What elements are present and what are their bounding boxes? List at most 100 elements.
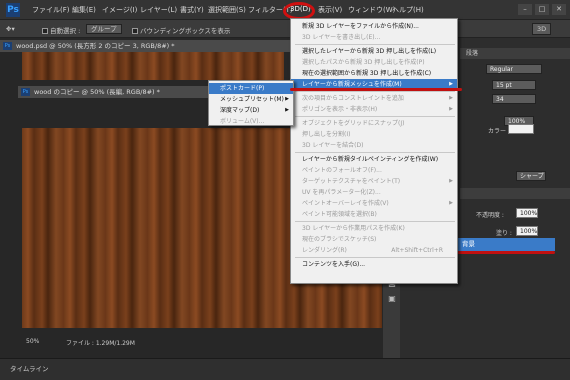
options-bar: ✥▾ 自動選択 : グループ バウンディングボックスを表示 3D (0, 20, 570, 38)
menu-item-paint-target-texture[interactable]: ターゲットテクスチャをペイント(T) ▶ (291, 176, 457, 187)
menu-item-create-paint-overlay[interactable]: ペイントオーバーレイを作成(V) ▶ (291, 198, 457, 209)
menu-item-label: 新規 3D レイヤーをファイルから作成(N)... (302, 23, 419, 30)
screen-mode-icon[interactable]: ▣ (386, 294, 398, 304)
menu-item-new-extrusion-from-selection[interactable]: 現在の選択範囲から新規 3D 押し出しを作成(C) (291, 68, 457, 79)
paragraph-panel-tab[interactable]: 段落 (460, 48, 570, 59)
ps-doc-icon: Ps (21, 88, 30, 96)
submenu-arrow-icon: ▶ (449, 178, 453, 184)
menu-item-shortcut: Alt+Shift+Ctrl+R (391, 247, 443, 254)
menu-item-snap-object-to-grid[interactable]: オブジェクトをグリッドにスナップ(J) (291, 118, 457, 129)
text-color-swatch[interactable] (508, 124, 534, 134)
auto-select-checkbox[interactable]: 自動選択 : (42, 25, 80, 35)
menu-item-merge-3d-layers[interactable]: 3D レイヤーを結合(D) (291, 140, 457, 151)
menu-item-label: 3D レイヤーを書き出し(E)... (302, 34, 381, 41)
menu-item-label: ペイントオーバーレイを作成(V) (302, 200, 389, 207)
submenu-arrow-icon: ▶ (449, 200, 453, 206)
menu-item-new-extrusion-from-layer[interactable]: 選択したレイヤーから新規 3D 押し出しを作成(L) (291, 46, 457, 57)
new-mesh-submenu: ポストカード(P) メッシュプリセット(M) ▶ 深度マップ(D) ▶ ボリューム(V).… (208, 80, 294, 126)
menu-select[interactable]: 選択範囲(S) (208, 5, 246, 15)
maximize-icon[interactable]: □ (535, 4, 549, 15)
menu-separator (295, 152, 455, 153)
auto-select-label: 自動選択 : (50, 27, 81, 35)
zoom-level[interactable]: 50% (26, 338, 39, 345)
submenu-arrow-icon: ▶ (449, 106, 453, 112)
menu-item-export-3d-layer[interactable]: 3D レイヤーを書き出し(E)... (291, 32, 457, 43)
window-controls: – □ ✕ (518, 4, 566, 15)
menu-item-add-constraint[interactable]: 次の項目からコンストレイントを追加 ▶ (291, 93, 457, 104)
menu-help[interactable]: ヘルプ(H) (392, 5, 424, 15)
menu-item-work-path-from-3d[interactable]: 3D レイヤーから作業用パスを作成(K) (291, 223, 457, 234)
menu-item-label: 3D レイヤーから作業用パスを作成(K) (302, 225, 405, 232)
submenu-item-label: 深度マップ(D) (220, 107, 260, 114)
menu-view[interactable]: 表示(V) (318, 5, 342, 15)
bounding-box-checkbox[interactable]: バウンディングボックスを表示 (132, 25, 230, 35)
submenu-item-label: ボリューム(V)... (220, 118, 265, 125)
opacity-label: 不透明度 : (476, 212, 504, 219)
menu-separator (295, 257, 455, 258)
workspace-select[interactable]: 3D (532, 23, 552, 35)
photoshop-logo: Ps (6, 3, 20, 17)
minimize-icon[interactable]: – (518, 4, 532, 15)
menu-image[interactable]: イメージ(I) (102, 5, 137, 15)
menu-item-split-extrusion[interactable]: 押し出しを分割(I) (291, 129, 457, 140)
document-tab-1-title: wood.psd @ 50% (長方形 2 のコピー 3, RGB/8#) * (16, 42, 175, 50)
opacity-field[interactable]: 100% (516, 208, 538, 218)
menu-item-paint-falloff[interactable]: ペイントのフォールオフ(F)... (291, 165, 457, 176)
menu-item-reparameterize-uv[interactable]: UV を再パラメーター化(Z)... (291, 187, 457, 198)
close-icon[interactable]: ✕ (552, 4, 566, 15)
menu-item-get-content[interactable]: コンテンツを入手(G)... (291, 259, 457, 270)
menu-item-new-extrusion-from-path[interactable]: 選択したパスから新規 3D 押し出しを作成(P) (291, 57, 457, 68)
menu-item-sketch-with-brush[interactable]: 現在のブラシでスケッチ(S) (291, 234, 457, 245)
menu-edit[interactable]: 編集(E) (72, 5, 96, 15)
submenu-arrow-icon: ▶ (449, 95, 453, 101)
submenu-item-postcard[interactable]: ポストカード(P) (209, 83, 293, 94)
menu-item-label: レイヤーから新規タイルペインティングを作成(W) (302, 156, 439, 163)
menu-item-label: 次の項目からコンストレイントを追加 (302, 95, 404, 102)
menu-item-label: ポリゴンを表示・非表示(H) (302, 106, 378, 113)
submenu-item-mesh-preset[interactable]: メッシュプリセット(M) ▶ (209, 94, 293, 105)
antialias-select[interactable]: シャープ (516, 171, 546, 181)
menu-window[interactable]: ウィンドウ(W) (348, 5, 395, 15)
submenu-arrow-icon: ▶ (285, 96, 289, 102)
document-tab-2-title: wood のコピー @ 50% (長編, RGB/8#) * (34, 88, 160, 96)
menu-item-new-3d-layer-from-file[interactable]: 新規 3D レイヤーをファイルから作成(N)... (291, 21, 457, 32)
submenu-item-depth-map[interactable]: 深度マップ(D) ▶ (209, 105, 293, 116)
font-style-select[interactable]: Regular (486, 64, 542, 74)
font-size-field[interactable]: 15 pt (492, 80, 536, 90)
menu-file[interactable]: ファイル(F) (32, 5, 70, 15)
group-select[interactable]: グループ (86, 24, 122, 34)
annotation-underline-menu (290, 88, 462, 91)
leading-field[interactable]: 34 (492, 94, 536, 104)
menu-item-select-paintable-area[interactable]: ペイント可能領域を選択(B) (291, 209, 457, 220)
color-label: カラー : (488, 128, 510, 135)
menu-item-label: 選択したパスから新規 3D 押し出しを作成(P) (302, 59, 425, 66)
timeline-label[interactable]: タイムライン (10, 363, 49, 373)
menu-item-show-hide-polygons[interactable]: ポリゴンを表示・非表示(H) ▶ (291, 104, 457, 115)
menu-type[interactable]: 書式(Y) (180, 5, 204, 15)
wood-image-1 (22, 52, 284, 80)
menu-layer[interactable]: レイヤー(L) (140, 5, 177, 15)
menu-item-label: 押し出しを分割(I) (302, 131, 351, 138)
menu-item-label: 3D レイヤーを結合(D) (302, 142, 364, 149)
layer-row-background[interactable]: 背景 (450, 238, 555, 251)
layers-panel-header (460, 188, 570, 199)
menu-item-new-tiled-painting[interactable]: レイヤーから新規タイルペインティングを作成(W) (291, 154, 457, 165)
move-tool-icon[interactable]: ✥▾ (6, 25, 15, 33)
group-select-value: グループ (86, 24, 122, 34)
submenu-arrow-icon: ▶ (285, 107, 289, 113)
submenu-item-volume[interactable]: ボリューム(V)... (209, 116, 293, 127)
menu-item-label: ターゲットテクスチャをペイント(T) (302, 178, 401, 185)
menu-separator (295, 221, 455, 222)
menu-item-label: オブジェクトをグリッドにスナップ(J) (302, 120, 405, 127)
menu-item-render[interactable]: レンダリング(R) Alt+Shift+Ctrl+R (291, 245, 457, 256)
menu-separator (295, 116, 455, 117)
menu-3d-dropdown: 新規 3D レイヤーをファイルから作成(N)... 3D レイヤーを書き出し(E)… (290, 18, 458, 284)
fill-label: 塗り : (496, 230, 512, 237)
menu-separator (295, 91, 455, 92)
file-size-status: ファイル : 1.29M/1.29M (66, 340, 135, 347)
timeline-panel: タイムライン (0, 358, 570, 380)
ps-doc-icon: Ps (3, 42, 12, 50)
menu-item-label: UV を再パラメーター化(Z)... (302, 189, 381, 196)
submenu-item-label: ポストカード(P) (220, 85, 265, 92)
fill-field[interactable]: 100% (516, 226, 538, 236)
